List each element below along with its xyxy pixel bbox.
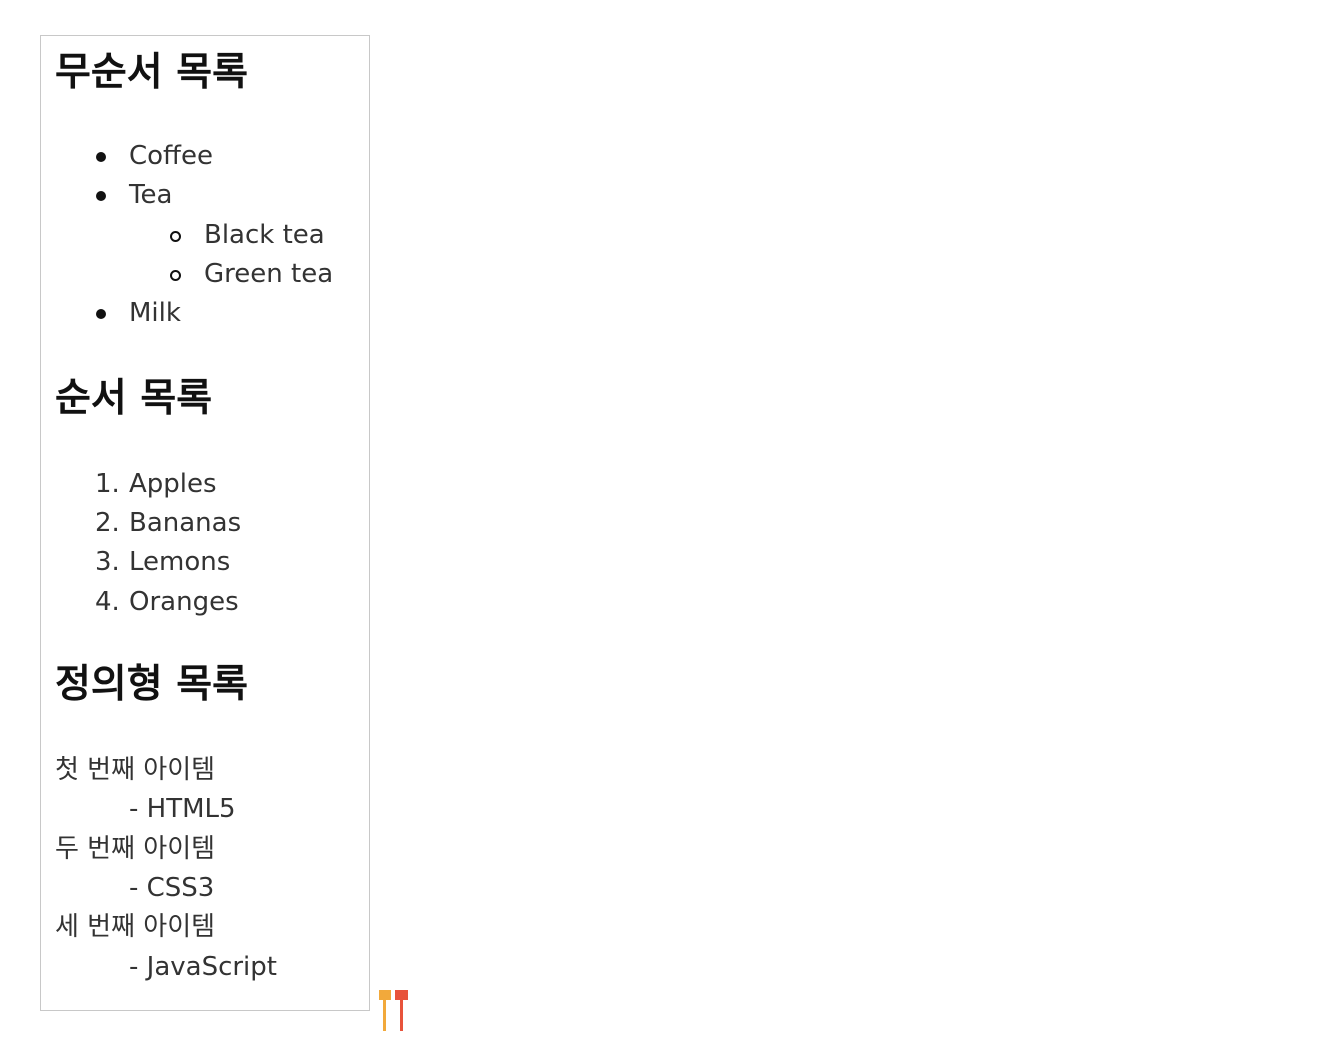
list-item-label: Oranges <box>129 586 239 617</box>
list-item-number: 4. <box>95 586 120 617</box>
list-item-label: Bananas <box>129 507 242 538</box>
nested-list-item-black-tea: Black tea <box>55 216 369 255</box>
list-item-label: Tea <box>129 180 173 211</box>
unordered-list-heading: 무순서 목록 <box>55 50 248 95</box>
definition-list: 첫 번째 아이템 - HTML5 두 번째 아이템 - CSS3 세 번째 아이… <box>55 751 369 987</box>
list-item-number: 2. <box>95 507 120 538</box>
definition-description: - JavaScript <box>129 951 277 982</box>
definition-description: - HTML5 <box>129 794 236 825</box>
nested-list-item-green-tea: Green tea <box>55 255 369 294</box>
circle-bullet-icon <box>170 230 181 242</box>
list-item-bananas: 2. Bananas <box>55 504 369 543</box>
list-item-number: 3. <box>95 547 120 578</box>
list-item-milk: Milk <box>55 294 369 333</box>
list-item-label: Green tea <box>204 258 334 289</box>
list-demo-panel: 무순서 목록 Coffee Tea Black tea Green tea Mi… <box>40 35 370 1011</box>
disc-bullet-icon <box>96 151 106 162</box>
circle-bullet-icon <box>170 269 181 281</box>
definition-term: 첫 번째 아이템 <box>55 754 216 785</box>
definition-list-heading: 정의형 목록 <box>55 662 248 708</box>
list-item-label: Apples <box>129 468 217 499</box>
list-item-label: Lemons <box>129 547 231 578</box>
list-item-oranges: 4. Oranges <box>55 583 369 622</box>
list-item-label: Milk <box>129 298 181 329</box>
list-item-tea: Tea <box>55 176 369 215</box>
definition-term: 세 번째 아이템 <box>55 912 216 943</box>
list-item-label: Coffee <box>129 140 213 171</box>
list-item-apples: 1. Apples <box>55 465 369 504</box>
disc-bullet-icon <box>96 191 106 202</box>
definition-description: - CSS3 <box>129 873 215 904</box>
badge-right-stem <box>400 998 403 1031</box>
unordered-list: Coffee Tea Black tea Green tea Milk <box>55 137 369 334</box>
definition-term: 두 번째 아이템 <box>55 833 216 864</box>
list-item-number: 1. <box>95 468 120 499</box>
list-item-lemons: 3. Lemons <box>55 543 369 582</box>
ordered-list: 1. Apples 2. Bananas 3. Lemons 4. Orange… <box>55 465 369 623</box>
disc-bullet-icon <box>96 309 106 320</box>
list-item-coffee: Coffee <box>55 137 369 176</box>
badge-left-stem <box>383 998 386 1031</box>
tt-badge-icon[interactable] <box>379 990 411 1032</box>
list-item-label: Black tea <box>204 219 325 250</box>
ordered-list-heading: 순서 목록 <box>55 375 213 421</box>
